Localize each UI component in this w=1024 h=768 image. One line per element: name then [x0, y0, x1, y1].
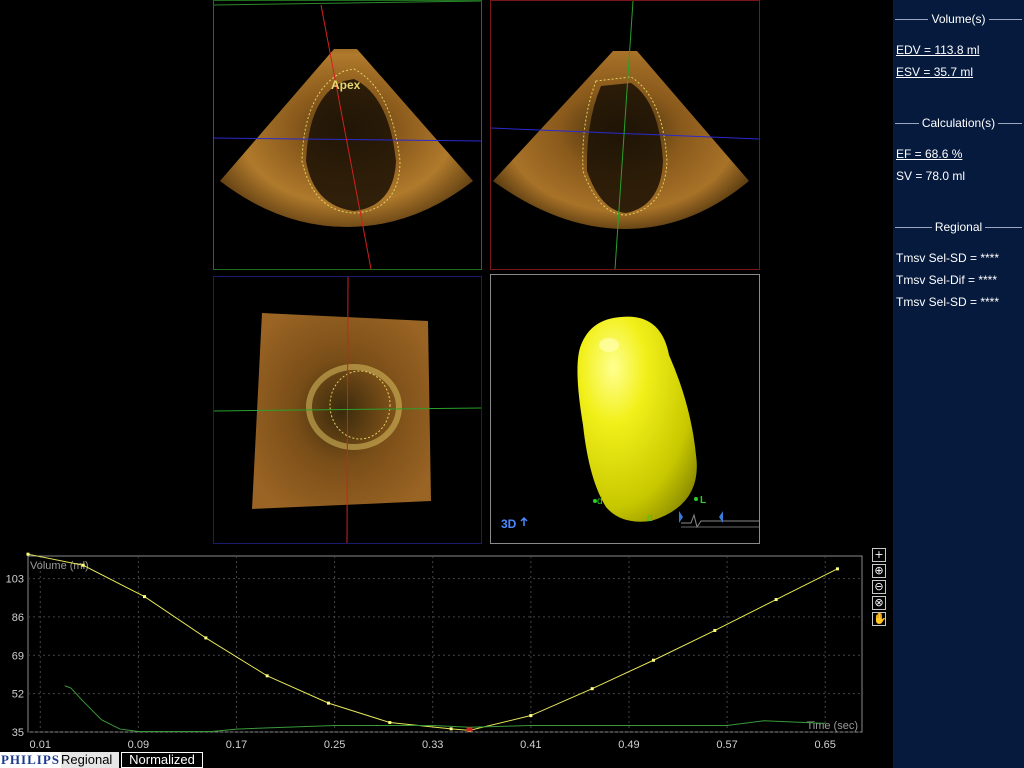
volume-point	[265, 674, 269, 678]
volume-point	[774, 598, 778, 602]
volume-point	[388, 721, 392, 725]
marker-l-right: L	[700, 495, 706, 506]
short-axis-slice	[252, 313, 431, 509]
x-tick-label: 0.09	[128, 739, 149, 751]
volume-time-graph[interactable]: 0.01 0.09 0.17 0.25 0.33 0.41 0.49 0.57 0.65 35 52…	[0, 546, 891, 768]
regional-item: Tmsv Sel-SD = ****	[896, 295, 1000, 309]
pan-cross-icon[interactable]: +	[872, 548, 886, 562]
status-bar: PHILIPS Regional Normalized	[0, 752, 210, 768]
volume-point	[81, 563, 85, 567]
volume-point	[204, 636, 208, 640]
es-marker	[466, 727, 473, 732]
edv-value[interactable]: EDV = 113.8 ml	[896, 43, 979, 57]
apex-label: Apex	[331, 78, 361, 92]
reset-zoom-icon[interactable]: ⊗	[872, 596, 886, 610]
short-axis-view[interactable]	[213, 276, 482, 544]
y-tick-label: 69	[12, 650, 24, 662]
volume-point	[449, 727, 453, 731]
y-tick-label: 103	[6, 574, 24, 586]
x-tick-label: 0.25	[324, 739, 345, 751]
x-tick-label: 0.57	[716, 739, 737, 751]
regional-item: Tmsv Sel-Dif = ****	[896, 273, 998, 287]
marker-d-left: d	[597, 496, 603, 507]
marker-d-bottom: d	[647, 513, 653, 524]
volume-point	[713, 628, 717, 632]
esv-value[interactable]: ESV = 35.7 ml	[896, 65, 973, 79]
two-chamber-view[interactable]	[490, 0, 760, 270]
x-tick-label: 0.17	[226, 739, 247, 751]
zoom-out-icon[interactable]: ⊖	[872, 580, 886, 594]
sv-value: SV = 78.0 ml	[896, 169, 966, 183]
calculations-header: Calculation(s)	[893, 116, 1024, 130]
tab-regional[interactable]: Regional	[61, 752, 119, 768]
regional-curve	[64, 685, 826, 733]
x-tick-label: 0.41	[520, 739, 541, 751]
x-tick-label: 0.01	[30, 739, 51, 751]
y-tick-label: 52	[12, 689, 24, 701]
zoom-in-icon[interactable]: ⊕	[872, 564, 886, 578]
y-axis-title: Volume (ml)	[30, 560, 89, 572]
volume-point	[26, 552, 30, 556]
y-tick-label: 35	[12, 727, 24, 739]
volume-point	[835, 567, 839, 571]
3d-model-view[interactable]: d L d 3D	[490, 274, 760, 544]
hand-icon[interactable]: ✋	[872, 612, 887, 626]
x-tick-label: 0.65	[814, 739, 835, 751]
x-tick-label: 0.33	[422, 739, 443, 751]
regional-header: Regional	[893, 220, 1024, 234]
arrow-up-icon	[520, 516, 528, 526]
plot-frame	[27, 555, 863, 733]
volume-point	[143, 595, 147, 599]
ed-marker-icon	[679, 511, 683, 523]
graph-toolbar: + ⊕ ⊖ ⊗ ✋	[872, 548, 888, 628]
volume-point	[326, 701, 330, 705]
volume-point	[652, 658, 655, 662]
tab-normalized[interactable]: Normalized	[121, 752, 203, 768]
3d-label: 3D	[501, 517, 517, 531]
volume-point	[529, 714, 533, 718]
ef-value[interactable]: EF = 68.6 %	[896, 147, 962, 161]
volume-point	[590, 687, 594, 691]
x-axis-title: Time (sec)	[806, 720, 858, 732]
four-chamber-view[interactable]: Apex	[213, 0, 482, 270]
lv-3d-mesh	[577, 316, 697, 522]
regional-item: Tmsv Sel-SD = ****	[896, 251, 1000, 265]
x-tick-label: 0.49	[618, 739, 639, 751]
volumes-header: Volume(s)	[893, 12, 1024, 26]
philips-logo: PHILIPS	[0, 752, 61, 768]
measurements-panel: Volume(s) EDV = 113.8 ml ESV = 35.7 ml C…	[893, 0, 1024, 768]
green-plane-line	[214, 1, 481, 6]
y-tick-label: 86	[12, 612, 24, 624]
